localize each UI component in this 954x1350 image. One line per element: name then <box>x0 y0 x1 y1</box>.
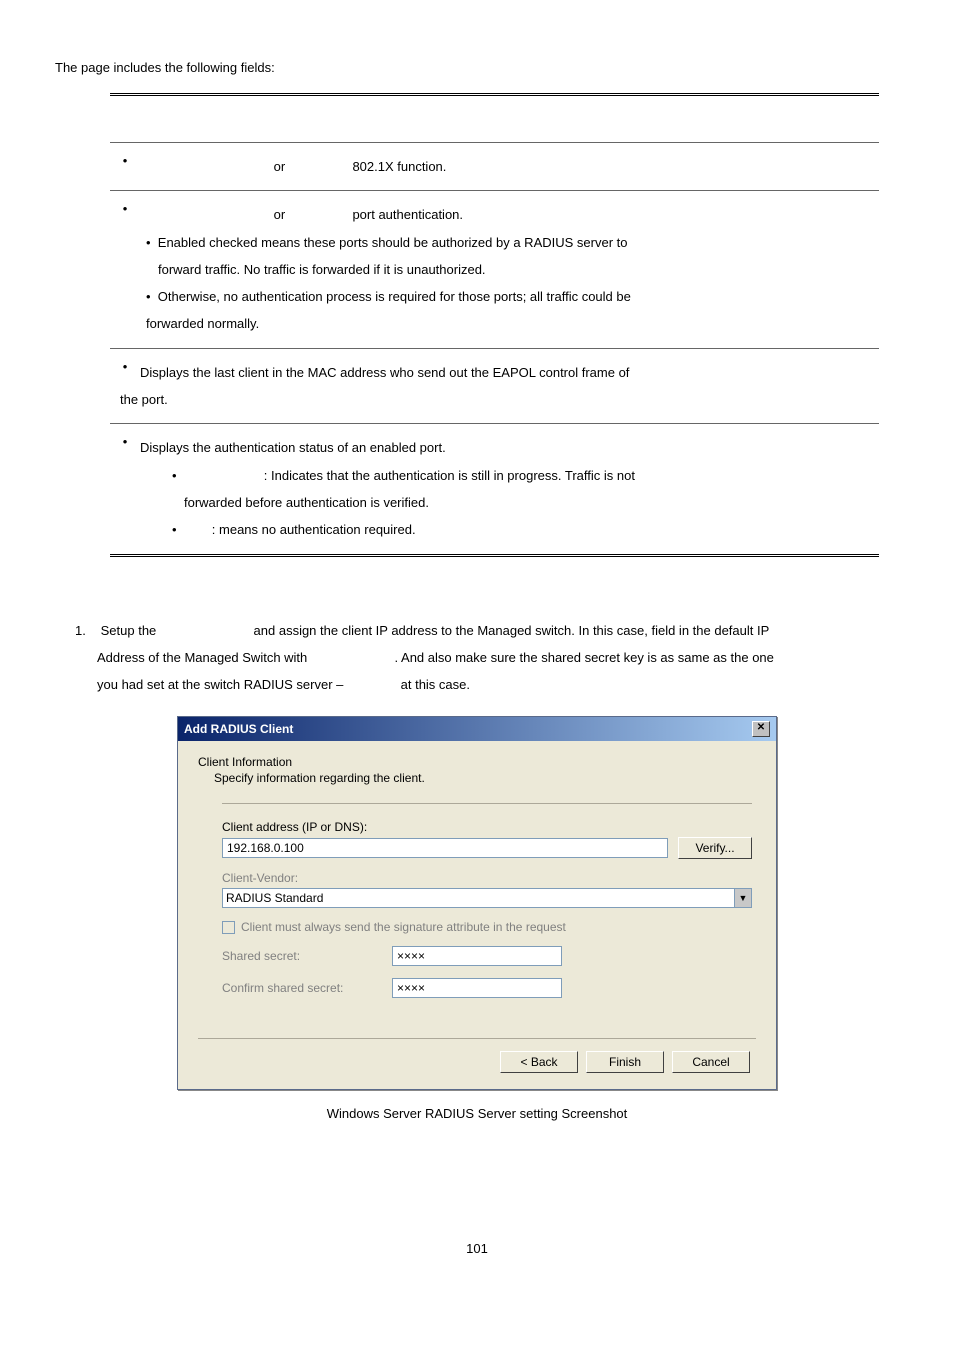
row-text: the port. <box>120 386 869 413</box>
row-desc: or port authentication. • Enabled checke… <box>140 191 879 348</box>
row-text: 802.1X function. <box>352 159 446 174</box>
step-text: you had set at the switch RADIUS server … <box>97 677 347 692</box>
row-text: Displays the last client in the MAC addr… <box>140 359 869 386</box>
row-text: Enabled checked means these ports should… <box>158 235 628 250</box>
dialog-titlebar: Add RADIUS Client ✕ <box>178 717 776 741</box>
fields-table: • or 802.1X function. • or port authenti <box>110 93 879 557</box>
figure-caption: Windows Server RADIUS Server setting Scr… <box>55 1106 899 1121</box>
row-text: : Indicates that the authentication is s… <box>264 468 635 483</box>
row-text: forwarded before authentication is verif… <box>184 495 429 510</box>
step-text: Setup the <box>101 623 160 638</box>
dialog-title-text: Add RADIUS Client <box>184 722 293 736</box>
verify-button[interactable]: Verify... <box>678 837 752 859</box>
step-text: and assign the client IP address to the … <box>254 623 770 638</box>
client-vendor-select[interactable]: RADIUS Standard ▼ <box>222 888 752 908</box>
row-desc: Displays the last client in the MAC addr… <box>140 348 879 424</box>
row-text: or <box>274 207 286 222</box>
signature-checkbox[interactable] <box>222 921 235 934</box>
confirm-secret-input[interactable] <box>392 978 562 998</box>
row-text: or <box>274 159 286 174</box>
row-text: port authentication. <box>352 207 463 222</box>
numbered-step: 1. Setup the and assign the client IP ad… <box>55 617 899 699</box>
group-label: Client Information <box>198 755 756 769</box>
shared-secret-input[interactable] <box>392 946 562 966</box>
cancel-button[interactable]: Cancel <box>672 1051 750 1073</box>
row-text: forward traffic. No traffic is forwarded… <box>158 262 486 277</box>
row-desc: or 802.1X function. <box>140 143 879 191</box>
step-text: Address of the Managed Switch with <box>97 650 311 665</box>
intro-text: The page includes the following fields: <box>55 60 899 75</box>
signature-checkbox-label: Client must always send the signature at… <box>241 920 566 934</box>
back-button[interactable]: < Back <box>500 1051 578 1073</box>
confirm-secret-label: Confirm shared secret: <box>222 981 392 995</box>
client-vendor-label: Client-Vendor: <box>222 871 752 885</box>
row-desc: Displays the authentication status of an… <box>140 424 879 554</box>
finish-button[interactable]: Finish <box>586 1051 664 1073</box>
row-bullet: • <box>110 143 140 191</box>
row-text: Otherwise, no authentication process is … <box>158 289 631 304</box>
client-address-label: Client address (IP or DNS): <box>222 820 752 834</box>
row-bullet: • <box>110 191 140 348</box>
client-address-input[interactable] <box>222 838 668 858</box>
shared-secret-label: Shared secret: <box>222 949 392 963</box>
row-text: Displays the authentication status of an… <box>140 434 869 461</box>
step-text: at this case. <box>401 677 470 692</box>
step-number: 1. <box>75 617 97 644</box>
chevron-down-icon: ▼ <box>734 889 751 907</box>
row-text: : means no authentication required. <box>212 522 416 537</box>
page-number: 101 <box>55 1241 899 1256</box>
select-value: RADIUS Standard <box>226 891 323 905</box>
row-bullet: • <box>110 424 140 554</box>
row-text: forwarded normally. <box>146 316 259 331</box>
dialog-screenshot: Add RADIUS Client ✕ Client Information S… <box>177 716 777 1090</box>
step-text: . And also make sure the shared secret k… <box>395 650 774 665</box>
close-icon[interactable]: ✕ <box>752 721 770 737</box>
group-subtext: Specify information regarding the client… <box>214 771 756 785</box>
